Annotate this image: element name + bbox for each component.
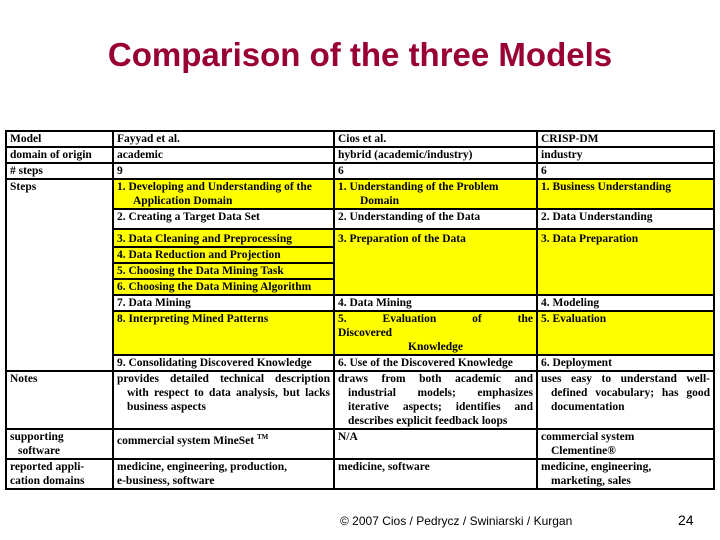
- cell-crisp-steps-count: 6: [536, 162, 715, 180]
- trademark-mark: TM: [256, 433, 269, 441]
- crisp-step-6: 6. Deployment: [536, 354, 715, 372]
- cell-crisp-software: commercial system Clementine®: [536, 428, 715, 460]
- fayyad-step-6: 6. Choosing the Data Mining Algorithm: [112, 278, 335, 296]
- table-row-step: 7. Data Mining 4. Data Mining 4. Modelin…: [6, 294, 715, 312]
- cell-crisp-app-domains: medicine, engineering, marketing, sales: [536, 458, 715, 490]
- cios-step-1: 1. Understanding of the Problem Domain: [333, 178, 538, 210]
- cell-cios-notes: draws from both academic and industrial …: [333, 370, 538, 430]
- table-row-step: 3. Data Cleaning and Preprocessing 3. Pr…: [6, 228, 715, 296]
- cios-step-3: 3. Preparation of the Data: [333, 228, 538, 296]
- cell-fayyad-steps-count: 9: [112, 162, 335, 180]
- cell-crisp-name: CRISP-DM: [536, 130, 715, 148]
- crisp-step-4: 4. Modeling: [536, 294, 715, 312]
- table-row-step: 8. Interpreting Mined Patterns 5. Evalua…: [6, 310, 715, 356]
- fayyad-step-1: 1. Developing and Understanding of the A…: [112, 178, 335, 210]
- page-number: 24: [678, 512, 694, 528]
- crisp-step-1: 1. Business Understanding: [536, 178, 715, 210]
- cios-step-4: 4. Data Mining: [333, 294, 538, 312]
- cell-fayyad-software: commercial system MineSet TM: [112, 428, 335, 460]
- row-label-notes: Notes: [5, 370, 114, 430]
- table-row-domain: domain of origin academic hybrid (academ…: [5, 146, 715, 164]
- fayyad-step-4: 4. Data Reduction and Projection: [112, 246, 335, 264]
- row-label-software: supporting software: [5, 428, 114, 460]
- row-label-steps-count: # steps: [5, 162, 114, 180]
- slide-title: Comparison of the three Models: [107, 36, 613, 73]
- table-row-step: Steps 1. Developing and Understanding of…: [5, 178, 715, 372]
- table-row-step: 9. Consolidating Discovered Knowledge 6.…: [6, 354, 715, 372]
- table-row-app-domains: reported appli- cation domains medicine,…: [5, 458, 715, 490]
- crisp-step-5: 5. Evaluation: [536, 310, 715, 356]
- fayyad-step-3: 3. Data Cleaning and Preprocessing: [112, 228, 335, 248]
- table-row-software: supporting software commercial system Mi…: [5, 428, 715, 460]
- cios-step-6: 6. Use of the Discovered Knowledge: [333, 354, 538, 372]
- table-row-notes: Notes provides detailed technical descri…: [5, 370, 715, 430]
- row-label-model: Model: [5, 130, 114, 148]
- cell-fayyad-domain: academic: [112, 146, 335, 164]
- crisp-step-3: 3. Data Preparation: [536, 228, 715, 296]
- cell-cios-domain: hybrid (academic/industry): [333, 146, 538, 164]
- cell-crisp-notes: uses easy to understand well-defined voc…: [536, 370, 715, 430]
- row-label-app-domains: reported appli- cation domains: [5, 458, 114, 490]
- table-row-model: Model Fayyad et al. Cios et al. CRISP-DM: [5, 130, 715, 148]
- cell-cios-steps-count: 6: [333, 162, 538, 180]
- cell-cios-app-domains: medicine, software: [333, 458, 538, 490]
- cell-fayyad-notes: provides detailed technical description …: [112, 370, 335, 430]
- table-row-steps-count: # steps 9 6 6: [5, 162, 715, 180]
- copyright-footer: © 2007 Cios / Pedrycz / Swiniarski / Kur…: [340, 514, 573, 528]
- table-row-step: 2. Creating a Target Data Set 2. Underst…: [6, 208, 715, 230]
- cell-fayyad-name: Fayyad et al.: [112, 130, 335, 148]
- cell-cios-software: N/A: [333, 428, 538, 460]
- cios-step-2: 2. Understanding of the Data: [333, 208, 538, 230]
- crisp-step-2: 2. Data Understanding: [536, 208, 715, 230]
- fayyad-step-8: 8. Interpreting Mined Patterns: [112, 310, 335, 356]
- comparison-table: Model Fayyad et al. Cios et al. CRISP-DM…: [5, 130, 715, 490]
- cios-step-5: 5. Evaluation of the Discovered Knowledg…: [333, 310, 538, 356]
- fayyad-step-5: 5. Choosing the Data Mining Task: [112, 262, 335, 280]
- row-label-domain: domain of origin: [5, 146, 114, 164]
- row-label-steps: Steps: [5, 178, 114, 372]
- fayyad-step-2: 2. Creating a Target Data Set: [112, 208, 335, 230]
- fayyad-step-9: 9. Consolidating Discovered Knowledge: [112, 354, 335, 372]
- cell-crisp-domain: industry: [536, 146, 715, 164]
- cell-cios-name: Cios et al.: [333, 130, 538, 148]
- cell-fayyad-app-domains: medicine, engineering, production, e-bus…: [112, 458, 335, 490]
- fayyad-step-7: 7. Data Mining: [112, 294, 335, 312]
